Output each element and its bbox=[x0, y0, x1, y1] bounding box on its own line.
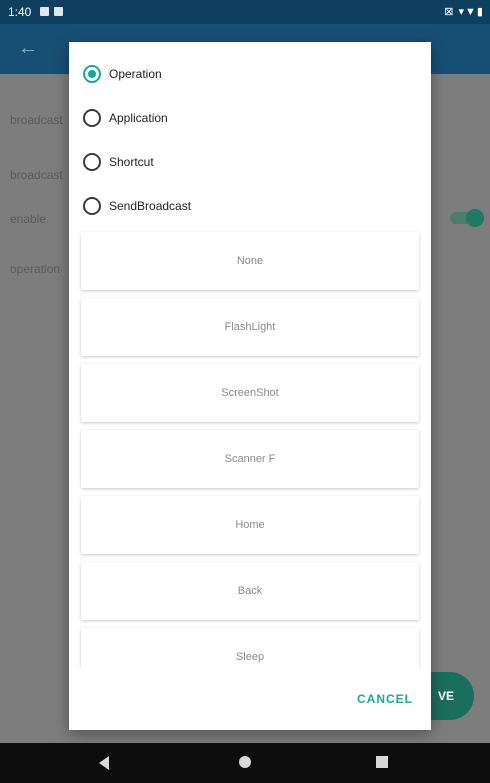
status-bar: 1:40 ⊠ ▾▼▮ bbox=[0, 0, 490, 24]
operation-item-sleep[interactable]: Sleep bbox=[81, 628, 419, 668]
arrow-left-icon[interactable]: ← bbox=[18, 37, 38, 60]
background-row: broadcast bbox=[10, 113, 63, 127]
background-row: operation bbox=[10, 262, 61, 276]
radio-unchecked-icon bbox=[83, 197, 101, 215]
nav-home-icon[interactable] bbox=[239, 756, 251, 768]
radio-label: Application bbox=[109, 111, 168, 125]
background-row: broadcast bbox=[10, 168, 63, 182]
operation-item-screenshot[interactable]: ScreenShot bbox=[81, 364, 419, 422]
nav-recents-icon[interactable] bbox=[376, 756, 388, 768]
radio-label: Operation bbox=[109, 67, 162, 81]
radio-label: SendBroadcast bbox=[109, 199, 192, 213]
background-row: enable bbox=[10, 212, 47, 226]
radio-option-operation[interactable]: Operation bbox=[83, 60, 162, 88]
operation-item-back[interactable]: Back bbox=[81, 562, 419, 620]
radio-label: Shortcut bbox=[109, 155, 154, 169]
operation-item-scanner[interactable]: Scanner F bbox=[81, 430, 419, 488]
notification-icon bbox=[40, 7, 49, 16]
enable-toggle[interactable] bbox=[450, 209, 484, 227]
status-time: 1:40 bbox=[8, 5, 32, 19]
radio-option-application[interactable]: Application bbox=[83, 104, 168, 132]
cancel-button[interactable]: CANCEL bbox=[357, 692, 413, 706]
operation-item-none[interactable]: None bbox=[81, 232, 419, 290]
radio-checked-icon bbox=[83, 65, 101, 83]
navigation-bar bbox=[0, 743, 490, 783]
radio-option-shortcut[interactable]: Shortcut bbox=[83, 148, 154, 176]
status-icons: ⊠ ▾▼▮ bbox=[444, 6, 484, 18]
radio-unchecked-icon bbox=[83, 153, 101, 171]
radio-option-sendbroadcast[interactable]: SendBroadcast bbox=[83, 192, 191, 220]
operation-list[interactable]: None FlashLight ScreenShot Scanner F Hom… bbox=[79, 228, 421, 668]
notification-icon bbox=[54, 7, 63, 16]
toggle-knob bbox=[466, 209, 484, 227]
radio-unchecked-icon bbox=[83, 109, 101, 127]
type-dialog: Operation Application Shortcut SendBroad… bbox=[69, 42, 431, 730]
operation-item-home[interactable]: Home bbox=[81, 496, 419, 554]
operation-item-flashlight[interactable]: FlashLight bbox=[81, 298, 419, 356]
nav-back-icon[interactable] bbox=[99, 756, 109, 770]
